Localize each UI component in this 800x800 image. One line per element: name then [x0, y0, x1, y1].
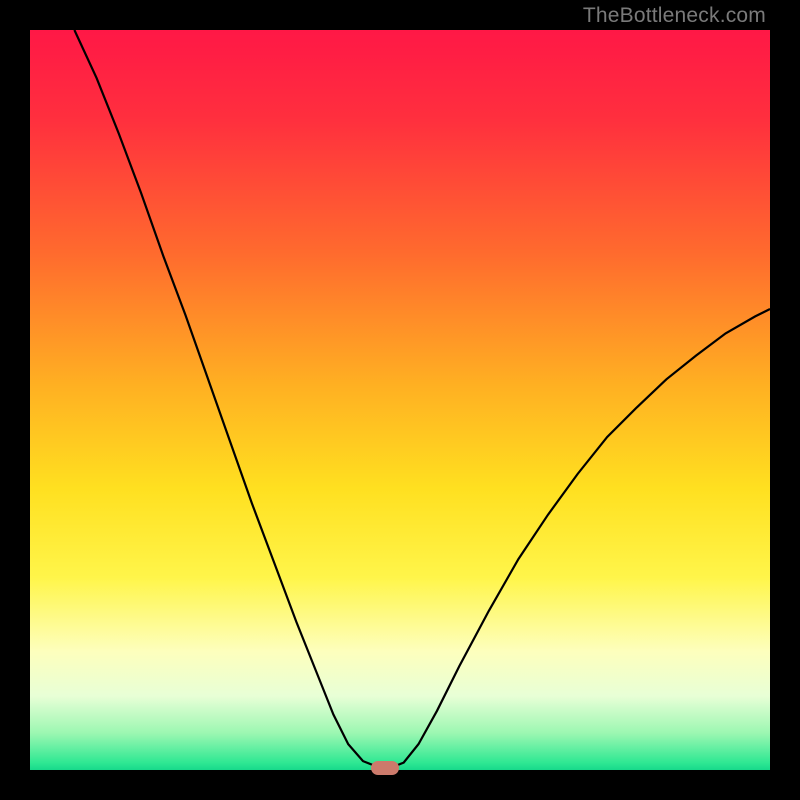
min-marker: [371, 761, 399, 775]
plot-area: [30, 30, 770, 770]
chart-frame: TheBottleneck.com: [0, 0, 800, 800]
watermark-text: TheBottleneck.com: [583, 4, 766, 28]
bottleneck-curve: [30, 30, 770, 770]
